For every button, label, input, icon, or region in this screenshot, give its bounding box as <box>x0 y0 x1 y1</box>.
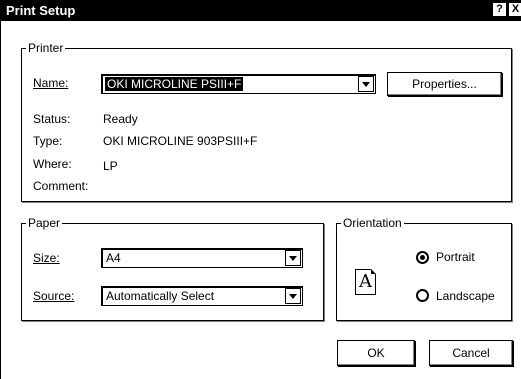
cancel-button[interactable]: Cancel <box>429 340 513 366</box>
type-value: OKI MICROLINE 903PSIII+F <box>103 134 258 148</box>
paper-size-select[interactable]: A4 <box>101 248 303 268</box>
status-value: Ready <box>103 112 138 126</box>
paper-source-value: Automatically Select <box>106 289 215 303</box>
status-label: Status: <box>33 112 71 126</box>
paper-size-value: A4 <box>106 251 121 265</box>
ok-button-label: OK <box>367 346 385 360</box>
ok-button[interactable]: OK <box>337 340 415 366</box>
radio-selected-dot <box>420 255 425 260</box>
page-orientation-icon: A <box>355 269 376 295</box>
where-value: LP <box>103 159 118 173</box>
window-title: Print Setup <box>6 3 76 18</box>
properties-button[interactable]: Properties... <box>387 72 502 96</box>
size-label: Size: <box>33 251 60 265</box>
chevron-down-icon[interactable] <box>285 250 301 266</box>
chevron-down-icon[interactable] <box>358 76 374 92</box>
type-label: Type: <box>33 134 63 148</box>
printer-name-value: OKI MICROLINE PSIII+F <box>105 77 244 91</box>
chevron-down-icon[interactable] <box>285 288 301 304</box>
where-label: Where: <box>33 157 72 171</box>
printer-group: Printer <box>21 42 512 202</box>
paper-source-select[interactable]: Automatically Select <box>101 286 303 306</box>
landscape-radio[interactable] <box>416 289 429 302</box>
comment-label: Comment: <box>33 179 89 193</box>
help-icon[interactable]: ? <box>492 2 507 17</box>
portrait-label[interactable]: Portrait <box>436 250 475 264</box>
printer-group-label: Printer <box>28 41 64 55</box>
close-icon[interactable]: X <box>508 2 521 17</box>
landscape-label[interactable]: Landscape <box>436 289 495 303</box>
title-bar[interactable]: Print Setup ? X <box>0 0 521 21</box>
print-setup-dialog: Print Setup ? X Printer Name: OKI MICROL… <box>0 0 521 379</box>
orientation-group-label: Orientation <box>343 216 402 230</box>
portrait-radio[interactable] <box>416 251 429 264</box>
printer-name-select[interactable]: OKI MICROLINE PSIII+F <box>101 74 376 94</box>
properties-button-label: Properties... <box>412 77 477 91</box>
paper-group-label: Paper <box>28 216 61 230</box>
cancel-button-label: Cancel <box>452 346 490 360</box>
name-label: Name: <box>33 76 69 90</box>
window-left-edge <box>0 21 1 379</box>
source-label: Source: <box>33 289 75 303</box>
